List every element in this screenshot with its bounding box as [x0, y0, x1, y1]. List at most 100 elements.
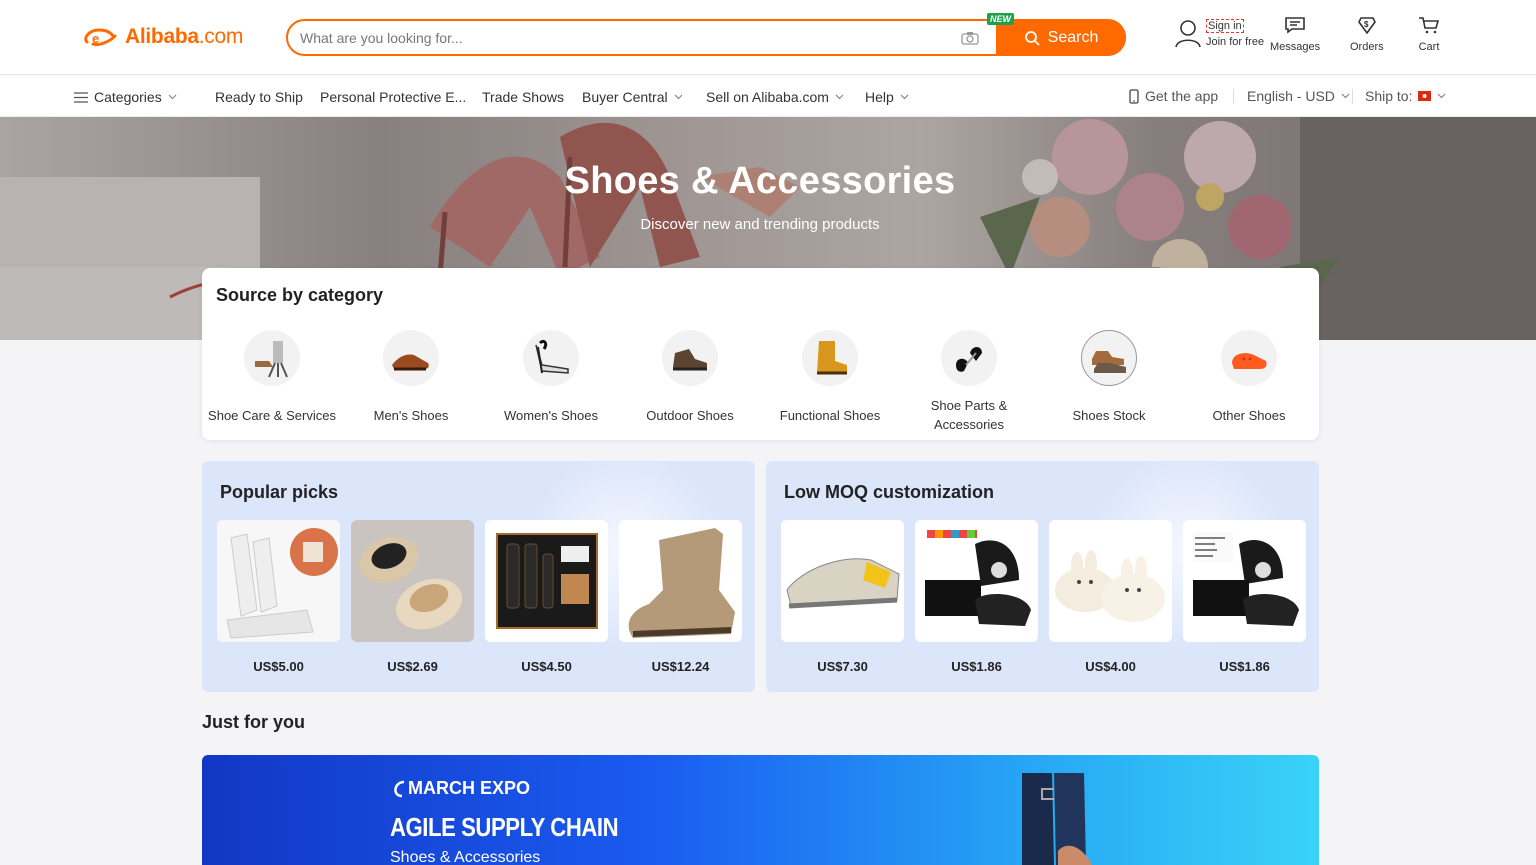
category-item[interactable]: Shoe Care & Services [202, 330, 342, 434]
nav-buyer-central[interactable]: Buyer Central [582, 89, 683, 105]
product-card[interactable] [1183, 520, 1306, 642]
product-price: US$1.86 [951, 659, 1002, 674]
account-menu[interactable]: Sign in Join for free [1174, 18, 1264, 50]
category-item[interactable]: Functional Shoes [760, 330, 900, 434]
nav-divider [1352, 89, 1353, 104]
category-label: Shoe Care & Services [208, 407, 336, 423]
expo-label: MARCH EXPO [392, 778, 530, 799]
product-card[interactable] [485, 520, 608, 642]
expo-logo-icon [394, 780, 405, 797]
alibaba-logo-icon: e [84, 28, 117, 46]
chevron-down-icon [674, 94, 683, 100]
mens-shoe-icon [383, 330, 439, 386]
chevron-down-icon [900, 94, 909, 100]
category-label: Shoe Parts & Accessories [930, 398, 1008, 432]
product-price: US$4.00 [1085, 659, 1136, 674]
camera-icon[interactable] [961, 31, 979, 45]
get-app-link[interactable]: Get the app [1129, 88, 1218, 104]
source-by-category-card: Source by category Shoe Care & Services … [202, 268, 1319, 440]
chevron-down-icon [1341, 93, 1350, 99]
cart-icon [1419, 17, 1440, 34]
product-card[interactable] [217, 520, 340, 642]
category-item[interactable]: Outdoor Shoes [620, 330, 760, 434]
product-price: US$1.86 [1219, 659, 1270, 674]
nav-trade-shows[interactable]: Trade Shows [482, 89, 564, 105]
orders-icon: $ [1357, 17, 1376, 34]
product-card[interactable] [915, 520, 1038, 642]
orders-button[interactable]: $ Orders [1350, 16, 1384, 53]
category-label: Shoes Stock [1072, 407, 1146, 423]
product-card[interactable] [619, 520, 742, 642]
chelsea-boot-image [619, 520, 742, 642]
message-icon [1285, 17, 1305, 34]
sign-in-link[interactable]: Sign in [1206, 19, 1244, 33]
hero-subtitle: Discover new and trending products [640, 216, 880, 233]
product-price: US$12.24 [651, 659, 710, 674]
cart-label: Cart [1418, 41, 1440, 53]
phone-icon [1129, 88, 1139, 104]
nav-sell[interactable]: Sell on Alibaba.com [706, 89, 844, 105]
logo-suffix: .com [198, 25, 244, 48]
category-item[interactable]: Other Shoes [1179, 330, 1319, 434]
categories-menu[interactable]: Categories [74, 89, 177, 105]
category-item[interactable]: Men's Shoes [341, 330, 481, 434]
search-input[interactable] [288, 21, 961, 54]
category-label: Functional Shoes [779, 407, 881, 423]
banner-subtitle: Shoes & Accessories [390, 849, 541, 865]
sell-label: Sell on Alibaba.com [706, 89, 829, 105]
low-moq-title[interactable]: Low MOQ customization [784, 482, 994, 503]
logo-text: Alibaba [125, 25, 199, 48]
hero-title: Shoes & Accessories [564, 160, 956, 202]
banner-headline: AGILE SUPPLY CHAIN [390, 812, 619, 842]
alibaba-logo[interactable]: e Alibaba.com [81, 24, 243, 50]
outdoor-shoe-icon [662, 330, 718, 386]
join-free-link[interactable]: Join for free [1206, 34, 1264, 50]
category-label: Men's Shoes [373, 407, 449, 423]
shoe-tree-icon [941, 330, 997, 386]
svg-text:e: e [92, 31, 99, 46]
nav-help[interactable]: Help [865, 89, 909, 105]
messages-label: Messages [1270, 41, 1321, 53]
language-currency-selector[interactable]: English - USD [1247, 88, 1350, 104]
buyer-central-label: Buyer Central [582, 89, 668, 105]
chevron-down-icon [835, 94, 844, 100]
chevron-down-icon [168, 94, 177, 100]
slippers-image [351, 520, 474, 642]
category-label: Other Shoes [1212, 407, 1286, 423]
ship-to-selector[interactable]: Ship to: [1365, 88, 1446, 104]
language-label: English - USD [1247, 88, 1335, 104]
shoe-stock-icon [1081, 330, 1137, 386]
product-price: US$4.50 [521, 659, 572, 674]
just-for-you-title: Just for you [202, 712, 306, 732]
source-by-category-title: Source by category [216, 285, 384, 305]
product-card[interactable] [1049, 520, 1172, 642]
nav-divider [1233, 89, 1234, 104]
search-icon [1024, 30, 1040, 46]
cart-button[interactable]: Cart [1418, 16, 1440, 53]
help-label: Help [865, 89, 894, 105]
svg-text:$: $ [1364, 20, 1369, 29]
category-item[interactable]: Shoe Parts & Accessories [899, 330, 1039, 434]
top-header: e Alibaba.com Search NEW Sign in Join fo… [0, 0, 1536, 75]
clog-icon [1221, 330, 1277, 386]
march-expo-banner[interactable]: MARCH EXPO AGILE SUPPLY CHAIN Shoes & Ac… [202, 755, 1319, 865]
product-price: US$7.30 [817, 659, 868, 674]
nav-ready-to-ship[interactable]: Ready to Ship [215, 89, 303, 105]
product-card[interactable] [351, 520, 474, 642]
boot-icon [802, 330, 858, 386]
boots-image [1022, 773, 1092, 865]
product-price: US$5.00 [253, 659, 304, 674]
trade-shows-label: Trade Shows [482, 89, 564, 105]
popular-picks-title[interactable]: Popular picks [220, 482, 338, 503]
low-moq-panel: Low MOQ customization US$7.30 US$1.86 US… [766, 461, 1319, 692]
category-nav: Categories Ready to Ship Personal Protec… [0, 75, 1536, 117]
nav-ppe[interactable]: Personal Protective E... [320, 89, 466, 105]
product-card[interactable] [781, 520, 904, 642]
category-item[interactable]: Women's Shoes [481, 330, 621, 434]
category-label: Women's Shoes [503, 407, 598, 423]
search-button[interactable]: Search [996, 19, 1126, 56]
new-badge: NEW [987, 13, 1014, 25]
category-item[interactable]: Shoes Stock [1039, 330, 1179, 434]
chevron-down-icon [1438, 93, 1446, 99]
messages-button[interactable]: Messages [1270, 16, 1320, 53]
